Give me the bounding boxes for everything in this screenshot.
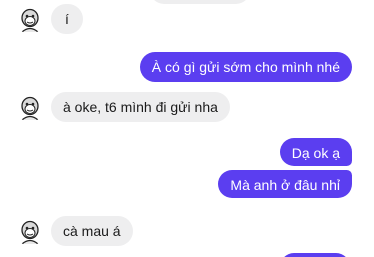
contact-avatar-icon[interactable] (16, 94, 44, 122)
incoming-message[interactable]: à oke, t6 mình đi gửi nha (51, 92, 230, 122)
chat-thread: í À có gì gửi sớm cho mình nhé à oke, t6… (0, 0, 374, 257)
contact-avatar-icon[interactable] (16, 218, 44, 246)
message-text: Mà anh ở đâu nhỉ (230, 177, 340, 193)
message-bubble-partial-bottom (280, 253, 350, 257)
message-text: í (65, 11, 69, 27)
outgoing-message[interactable]: Mà anh ở đâu nhỉ (218, 170, 352, 198)
outgoing-message[interactable]: À có gì gửi sớm cho mình nhé (139, 52, 352, 82)
message-text: Dạ ok ạ (291, 145, 340, 161)
message-text: cà mau á (63, 223, 121, 239)
contact-avatar-icon[interactable] (16, 6, 44, 34)
incoming-message[interactable]: cà mau á (51, 216, 133, 246)
incoming-message[interactable]: í (51, 4, 83, 34)
message-text: à oke, t6 mình đi gửi nha (63, 99, 218, 115)
outgoing-message[interactable]: Dạ ok ạ (279, 138, 352, 166)
message-text: À có gì gửi sớm cho mình nhé (151, 59, 340, 75)
message-bubble-partial-top (150, 0, 250, 4)
